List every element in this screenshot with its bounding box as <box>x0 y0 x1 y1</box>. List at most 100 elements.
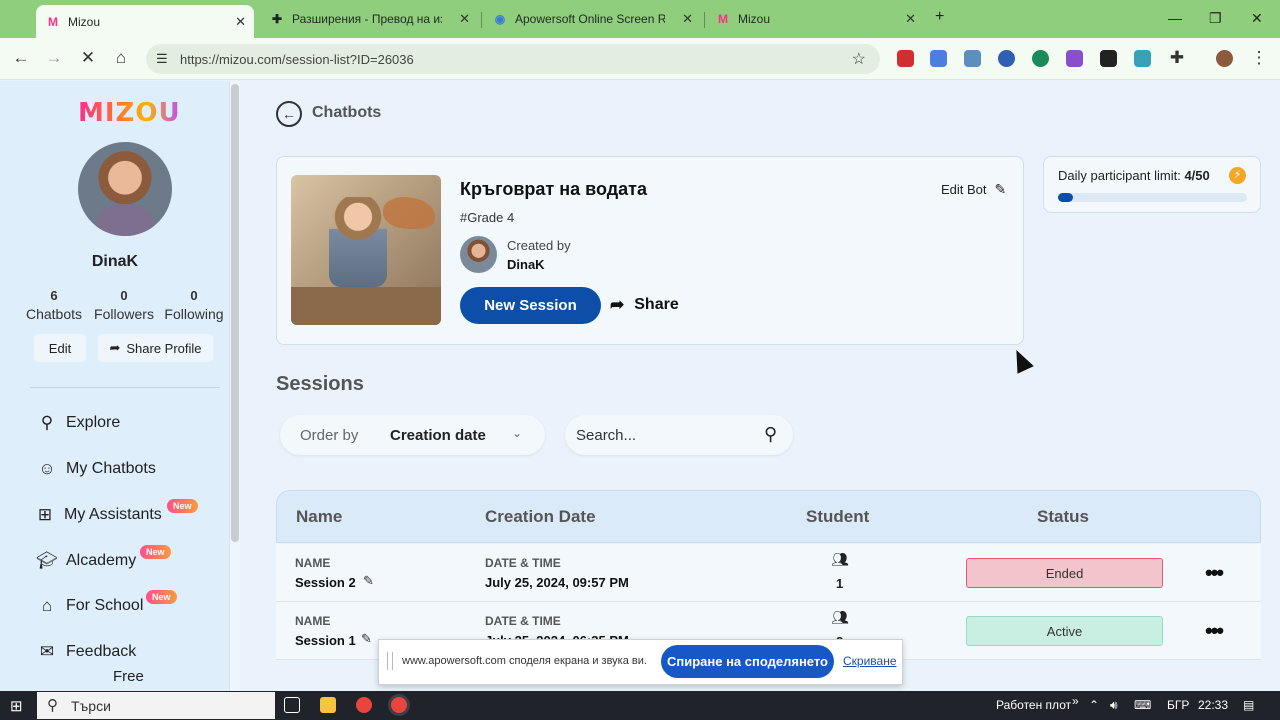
search-icon[interactable]: ⚲ <box>764 424 777 445</box>
url-field[interactable]: ☰ https://mizou.com/session-list?ID=2603… <box>146 44 880 74</box>
pencil-icon[interactable]: ✎ <box>361 631 372 647</box>
extension-blue-icon[interactable] <box>964 50 981 67</box>
plan-label: Free <box>113 668 144 685</box>
profile-avatar <box>78 142 172 236</box>
pen-extension-icon[interactable] <box>1066 50 1083 67</box>
tab-separator <box>704 12 705 28</box>
share-profile-label: Share Profile <box>126 340 202 356</box>
sidebar-scrollbar-thumb[interactable] <box>231 84 239 542</box>
sidebar-item-for-school[interactable]: ⌂ For School <box>36 594 144 618</box>
site-settings-icon[interactable]: ☰ <box>156 51 168 67</box>
sessions-table-header <box>276 490 1261 543</box>
sidebar-item-feedback[interactable]: ✉ Feedback <box>36 640 136 664</box>
tab-mizou-2[interactable]: M Mizou ✕ <box>706 5 924 33</box>
column-header-creation-date: Creation Date <box>485 507 596 526</box>
chrome-active-icon[interactable] <box>391 697 407 713</box>
restore-icon[interactable]: ❐ <box>1209 10 1222 27</box>
stat-number: 0 <box>120 288 128 303</box>
tab-label: Mizou <box>738 12 771 26</box>
keyboard-icon[interactable]: ⌨ <box>1134 698 1151 712</box>
edit-profile-button[interactable]: Edit <box>34 334 86 362</box>
speaker-icon[interactable]: 🔊︎ <box>1110 698 1118 713</box>
stop-sharing-button[interactable]: Спиране на споделянето <box>661 645 834 678</box>
people-icon: 👥︎ <box>831 609 849 625</box>
session-name: Session 2 <box>295 575 356 590</box>
bookmark-star-icon[interactable]: ☆ <box>852 49 866 69</box>
close-icon[interactable]: ✕ <box>682 11 693 27</box>
minimize-icon[interactable]: — <box>1168 10 1182 26</box>
stat-label: Followers <box>94 306 154 322</box>
more-options-icon[interactable]: ••• <box>1205 560 1224 586</box>
extensions-puzzle-icon[interactable]: ✚ <box>1166 48 1188 68</box>
back-button[interactable]: ← <box>276 101 302 127</box>
close-icon[interactable]: ✕ <box>235 14 246 30</box>
session-date: July 25, 2024, 09:57 PM <box>485 575 629 590</box>
browser-menu-icon[interactable]: ⋮ <box>1248 48 1270 68</box>
home-icon[interactable]: ⌂ <box>110 48 132 68</box>
name-caption: NAME <box>295 556 331 570</box>
drag-handle-icon[interactable] <box>387 652 393 670</box>
file-explorer-icon[interactable] <box>320 697 336 713</box>
tab-apowersoft[interactable]: ◉ Apowersoft Online Screen R ✕ <box>483 5 701 33</box>
bot-title: Кръговрат на водата <box>460 179 647 199</box>
tab-label: Apowersoft Online Screen R <box>515 12 665 26</box>
pencil-icon[interactable]: ✎ <box>363 573 374 589</box>
share-button[interactable]: ➦ Share <box>610 293 679 317</box>
stat-followers: 0 Followers <box>92 288 156 322</box>
extension-dark-icon[interactable] <box>1100 50 1117 67</box>
daily-limit-progress-fill <box>1058 193 1074 202</box>
student-count: 1 <box>836 576 844 591</box>
bot-image <box>291 175 441 325</box>
sidebar-item-my-chatbots[interactable]: ☺ My Chatbots <box>36 457 156 481</box>
profile-avatar-icon[interactable] <box>1216 50 1233 67</box>
close-window-icon[interactable]: ✕ <box>1251 10 1263 27</box>
desktop-label[interactable]: Работен плот <box>996 698 1071 712</box>
new-tab-button[interactable]: + <box>935 8 944 26</box>
chevron-up-icon[interactable]: ⌃ <box>1089 698 1099 712</box>
order-by-value[interactable]: Creation date <box>390 427 486 444</box>
close-icon[interactable]: ✕ <box>905 11 916 27</box>
close-icon[interactable]: ✕ <box>459 11 470 27</box>
tab-label: Разширения - Превод на избр <box>292 12 442 26</box>
globe-extension-icon[interactable] <box>998 50 1015 67</box>
search-icon: ⚲ <box>47 697 58 714</box>
search-placeholder[interactable]: Search... <box>576 427 636 444</box>
stop-loading-icon[interactable]: ✕ <box>77 48 99 68</box>
sessions-heading: Sessions <box>276 373 364 395</box>
new-session-button[interactable]: New Session <box>460 287 601 324</box>
stat-label: Chatbots <box>25 306 83 322</box>
grammarly-icon[interactable] <box>1032 50 1049 67</box>
windows-start-icon[interactable]: ⊞ <box>10 697 23 715</box>
back-arrow-icon[interactable]: ← <box>10 48 32 68</box>
edit-bot-button[interactable]: Edit Bot ✎ <box>941 181 1006 198</box>
sidebar-item-explore[interactable]: ⚲ Explore <box>36 411 120 435</box>
sidebar-item-label: Alcademy <box>66 552 137 569</box>
daily-limit-label: Daily participant limit: <box>1058 168 1181 183</box>
task-view-icon[interactable] <box>284 697 300 713</box>
more-options-icon[interactable]: ••• <box>1205 618 1224 644</box>
mizou-logo[interactable]: MIZOU <box>78 98 181 128</box>
taskbar-chevron[interactable]: » <box>1072 694 1079 708</box>
chevron-down-icon[interactable]: ⌄ <box>512 426 522 440</box>
stat-following: 0 Following <box>162 288 226 322</box>
translate-extension-icon[interactable] <box>930 50 947 67</box>
notifications-icon[interactable]: ▤ <box>1243 698 1254 712</box>
clock[interactable]: 22:33 <box>1198 698 1228 712</box>
extension-red-icon[interactable] <box>897 50 914 67</box>
tab-mizou-active[interactable]: M Mizou ✕ <box>36 5 254 38</box>
language-indicator[interactable]: БГР <box>1167 698 1189 712</box>
forward-arrow-icon[interactable]: → <box>43 48 65 68</box>
share-label: Share <box>634 296 679 313</box>
taskbar-search-input[interactable]: ⚲ Търси <box>37 692 275 719</box>
hide-link[interactable]: Скриване <box>843 654 897 668</box>
chrome-icon[interactable] <box>356 697 372 713</box>
sidebar-item-alcademy[interactable]: 🎓︎ Alcademy <box>36 549 136 573</box>
sidebar-item-my-assistants[interactable]: ⊞ My Assistants <box>34 503 162 527</box>
page-title[interactable]: Chatbots <box>312 104 381 122</box>
share-profile-button[interactable]: ➦ Share Profile <box>98 334 213 362</box>
screen-recorder-extension-icon[interactable] <box>1134 50 1151 67</box>
mouse-cursor-icon <box>1008 346 1034 374</box>
tab-extensions[interactable]: ✚ Разширения - Превод на избр ✕ <box>260 5 478 33</box>
sidebar-divider <box>30 387 220 388</box>
sidebar-item-label: My Assistants <box>64 506 162 523</box>
